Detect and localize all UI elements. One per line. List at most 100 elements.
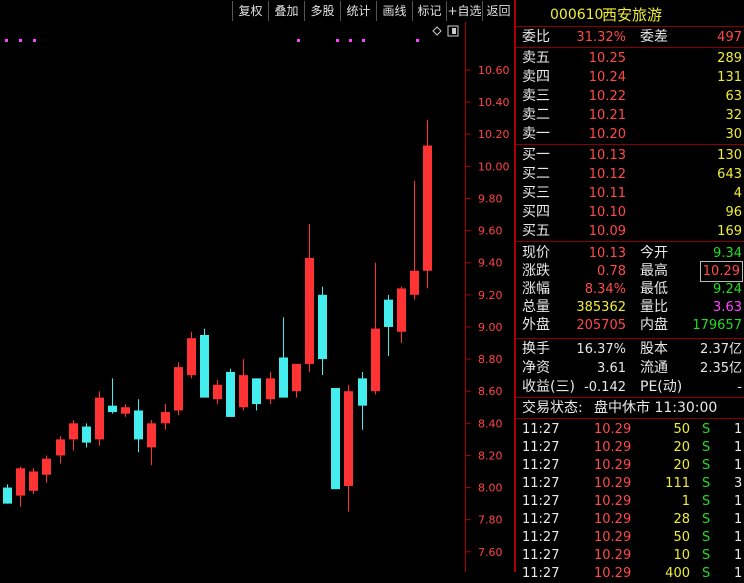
tick-side: S bbox=[702, 458, 711, 473]
quote-label: 最高 bbox=[640, 263, 668, 279]
quote-panel: 000610 西安旅游 委比 31.32% 委差 497 卖五 10.25 289 卖四 10.… bbox=[516, 0, 744, 581]
candle-body bbox=[29, 471, 38, 491]
sell-label: 卖三 bbox=[522, 88, 550, 104]
toolbar-button-2[interactable]: 多股 bbox=[304, 1, 340, 21]
tick-count: 3 bbox=[734, 476, 743, 491]
buy-label: 买二 bbox=[522, 166, 550, 182]
toolbar-button-0[interactable]: 复权 bbox=[232, 1, 268, 21]
sell-label: 卖二 bbox=[522, 107, 550, 123]
trade-status-label: 交易状态: bbox=[522, 400, 583, 416]
tick-row: 11:27 10.29 111 S 3 bbox=[516, 474, 744, 493]
candle-body bbox=[108, 405, 117, 413]
trade-status-row: 交易状态: 盘中休市 11:30:00 bbox=[516, 399, 744, 418]
quote-value: 9.24 bbox=[713, 282, 742, 297]
candle-body bbox=[331, 387, 340, 490]
candle-body bbox=[279, 357, 288, 398]
buy-level-row: 买一 10.13 130 bbox=[516, 146, 744, 165]
tick-side: S bbox=[702, 530, 711, 545]
tick-side: S bbox=[702, 548, 711, 563]
tick-count: 1 bbox=[734, 548, 743, 563]
tick-time: 11:27 bbox=[522, 494, 560, 509]
tick-volume: 20 bbox=[673, 440, 690, 455]
sell-volume: 131 bbox=[717, 70, 742, 85]
diamond-icon[interactable] bbox=[432, 26, 442, 36]
candle-body bbox=[213, 384, 222, 400]
fundamental-row: 收益(三) -0.142 PE(动) - bbox=[516, 378, 744, 397]
fundamental-value: 16.37% bbox=[576, 342, 626, 357]
quote-value: 385362 bbox=[576, 300, 626, 315]
event-marker-icon bbox=[349, 39, 352, 42]
toolbar-button-4[interactable]: 画线 bbox=[376, 1, 412, 21]
sell-volume: 32 bbox=[725, 108, 742, 123]
tick-volume: 50 bbox=[673, 422, 690, 437]
tick-price: 10.29 bbox=[594, 476, 632, 491]
weibi-value: 31.32% bbox=[576, 30, 626, 45]
panel-toggle-icon-fill bbox=[452, 28, 456, 34]
tick-price: 10.29 bbox=[594, 458, 632, 473]
y-tick-label: 10.60 bbox=[478, 64, 510, 77]
event-marker-icon bbox=[416, 39, 419, 42]
sell-price: 10.25 bbox=[588, 51, 626, 66]
tick-side: S bbox=[702, 476, 711, 491]
fundamental-value: - bbox=[737, 380, 742, 395]
buy-volume: 4 bbox=[733, 186, 742, 201]
tick-side: S bbox=[702, 512, 711, 527]
event-marker-icon bbox=[336, 39, 339, 42]
stock-name: 西安旅游 bbox=[602, 6, 663, 24]
candle-body bbox=[16, 468, 25, 496]
fundamental-label: 股本 bbox=[640, 341, 668, 357]
buy-volume: 96 bbox=[725, 205, 742, 220]
buy-label: 买五 bbox=[522, 223, 550, 239]
quote-label: 外盘 bbox=[522, 317, 550, 333]
candle-body bbox=[82, 426, 91, 443]
divider bbox=[516, 144, 744, 145]
toolbar-button-5[interactable]: 标记 bbox=[412, 1, 446, 21]
toolbar-button-1[interactable]: 叠加 bbox=[268, 1, 304, 21]
divider bbox=[516, 418, 744, 419]
tick-time: 11:27 bbox=[522, 548, 560, 563]
buy-level-row: 买三 10.11 4 bbox=[516, 184, 744, 203]
toolbar-button-3[interactable]: 统计 bbox=[340, 1, 376, 21]
candle-body bbox=[174, 367, 183, 411]
tick-count: 1 bbox=[734, 530, 743, 545]
tick-row: 11:27 10.29 50 S 1 bbox=[516, 528, 744, 547]
candle-body bbox=[95, 397, 104, 440]
sell-volume: 30 bbox=[725, 127, 742, 142]
weicha-label: 委差 bbox=[640, 29, 668, 45]
candle-body bbox=[147, 423, 156, 448]
toolbar-button-6[interactable]: +自选 bbox=[446, 1, 482, 21]
toolbar: 复权 叠加 多股 统计 画线 标记 +自选 返回 bbox=[0, 0, 514, 22]
tick-row: 11:27 10.29 10 S 1 bbox=[516, 546, 744, 565]
weicha-value: 497 bbox=[717, 30, 742, 45]
stock-header: 000610 西安旅游 bbox=[516, 4, 744, 26]
tick-price: 10.29 bbox=[594, 422, 632, 437]
quote-value: 9.34 bbox=[713, 246, 742, 261]
tick-row: 11:27 10.29 28 S 1 bbox=[516, 510, 744, 529]
buy-price: 10.10 bbox=[588, 205, 626, 220]
candle-body bbox=[3, 487, 12, 504]
tick-row: 11:27 10.29 50 S 1 bbox=[516, 420, 744, 439]
quote-label: 量比 bbox=[640, 299, 668, 315]
y-tick-label: 10.20 bbox=[478, 128, 510, 141]
candle-body bbox=[266, 378, 275, 400]
quote-row: 现价 10.13 今开 9.34 bbox=[516, 244, 744, 263]
quote-value: 0.78 bbox=[597, 264, 626, 279]
trade-status-value: 盘中休市 11:30:00 bbox=[594, 400, 718, 416]
candle-body bbox=[305, 257, 314, 364]
stock-code: 000610 bbox=[550, 7, 604, 23]
kline-chart[interactable]: 10.60 10.40 10.20 10.00 9.80 9.60 9.40 9.20 9.00… bbox=[0, 22, 514, 572]
candle-body bbox=[410, 270, 419, 295]
axis-divider bbox=[465, 22, 466, 572]
sell-label: 卖四 bbox=[522, 69, 550, 85]
divider bbox=[516, 397, 744, 398]
weibi-label: 委比 bbox=[522, 29, 550, 45]
tick-side: S bbox=[702, 422, 711, 437]
toolbar-button-7[interactable]: 返回 bbox=[482, 1, 514, 21]
sell-level-row: 卖一 10.20 30 bbox=[516, 125, 744, 144]
candle-body bbox=[42, 458, 51, 475]
buy-label: 买三 bbox=[522, 185, 550, 201]
sell-volume: 63 bbox=[725, 89, 742, 104]
tick-volume: 1 bbox=[681, 494, 690, 509]
buy-level-row: 买五 10.09 169 bbox=[516, 222, 744, 241]
tick-time: 11:27 bbox=[522, 440, 560, 455]
